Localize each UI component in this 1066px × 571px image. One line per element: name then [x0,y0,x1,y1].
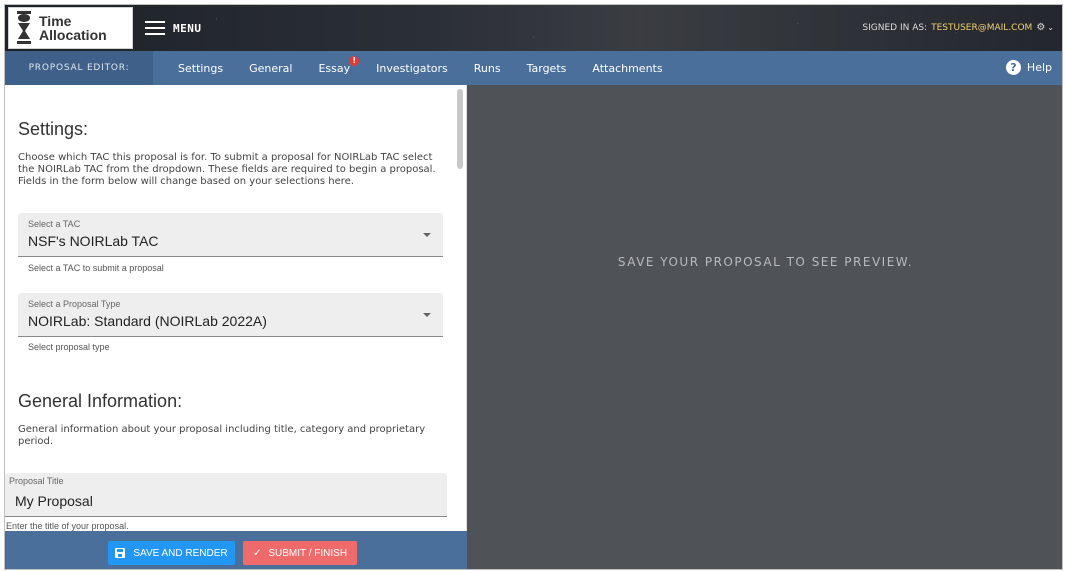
tab-runs[interactable]: Runs [461,62,514,75]
tab-targets[interactable]: Targets [514,62,580,75]
save-icon [115,548,126,558]
save-and-render-button[interactable]: SAVE AND RENDER [108,541,235,565]
proposal-title-input[interactable]: Proposal Title My Proposal [5,473,447,517]
settings-description: Choose which TAC this proposal is for. T… [18,152,436,187]
dropdown-arrow-icon [423,233,431,237]
warning-badge: ! [349,55,360,66]
preview-panel: SAVE YOUR PROPOSAL TO SEE PREVIEW. [467,85,1062,569]
tab-general[interactable]: General [236,62,305,75]
dropdown-arrow-icon [423,313,431,317]
proposal-type-hint: Select proposal type [28,342,110,352]
tab-essay-label: Essay [318,61,351,75]
chevron-down-icon: ⌄ [1047,23,1054,32]
app-logo[interactable]: Time Allocation [8,7,133,49]
tac-select-value: NSF's NOIRLab TAC [28,233,159,249]
logo-line2: Allocation [39,27,107,43]
menu-label: MENU [173,21,202,35]
tab-essay[interactable]: Essay ! [305,55,363,75]
help-icon: ? [1005,60,1021,75]
proposal-nav: PROPOSAL EDITOR: Settings General Essay … [5,51,1062,85]
proposal-title-value: My Proposal [15,493,93,509]
gear-icon: ⚙ [1036,22,1046,33]
checkmark-icon: ✓ [252,547,262,559]
app-window: Time Allocation MENU SIGNED IN AS: TESTU… [4,4,1063,570]
preview-message: SAVE YOUR PROPOSAL TO SEE PREVIEW. [617,255,914,269]
proposal-type-value: NOIRLab: Standard (NOIRLab 2022A) [28,313,267,329]
signed-in-label: SIGNED IN AS: [862,22,928,33]
account-menu[interactable]: SIGNED IN AS: TESTUSER@MAIL.COM ⚙ ⌄ [862,22,1054,33]
proposal-type-select[interactable]: Select a Proposal Type NOIRLab: Standard… [18,293,443,337]
tab-investigators[interactable]: Investigators [363,62,461,75]
logo-text: Time Allocation [39,14,107,42]
proposal-type-label: Select a Proposal Type [28,299,121,309]
action-bar: SAVE AND RENDER ✓ SUBMIT / FINISH [5,531,467,569]
proposal-editor-label: PROPOSAL EDITOR: [5,51,153,85]
proposal-form-panel[interactable]: Settings: Choose which TAC this proposal… [5,85,467,531]
hamburger-icon [145,21,165,35]
help-button[interactable]: ? Help [1005,60,1052,75]
tac-select-hint: Select a TAC to submit a proposal [28,263,164,273]
form-scrollbar[interactable] [457,89,463,169]
menu-button[interactable]: MENU [145,17,202,39]
tac-select[interactable]: Select a TAC NSF's NOIRLab TAC [18,213,443,257]
tab-settings[interactable]: Settings [165,62,236,75]
settings-heading: Settings: [18,119,89,139]
logo-line1: Time [39,13,72,29]
proposal-title-hint: Enter the title of your proposal. [6,521,129,531]
submit-finish-button[interactable]: ✓ SUBMIT / FINISH [243,541,357,565]
tab-attachments[interactable]: Attachments [579,62,675,75]
hourglass-icon [17,11,31,44]
user-email: TESTUSER@MAIL.COM [931,22,1033,33]
submit-button-label: SUBMIT / FINISH [268,547,348,559]
general-heading: General Information: [18,391,183,411]
proposal-title-label: Proposal Title [9,476,64,486]
save-button-label: SAVE AND RENDER [133,547,228,559]
help-label: Help [1026,61,1052,74]
tac-select-label: Select a TAC [28,219,81,229]
top-bar: Time Allocation MENU SIGNED IN AS: TESTU… [5,5,1062,51]
general-description: General information about your proposal … [18,424,426,447]
